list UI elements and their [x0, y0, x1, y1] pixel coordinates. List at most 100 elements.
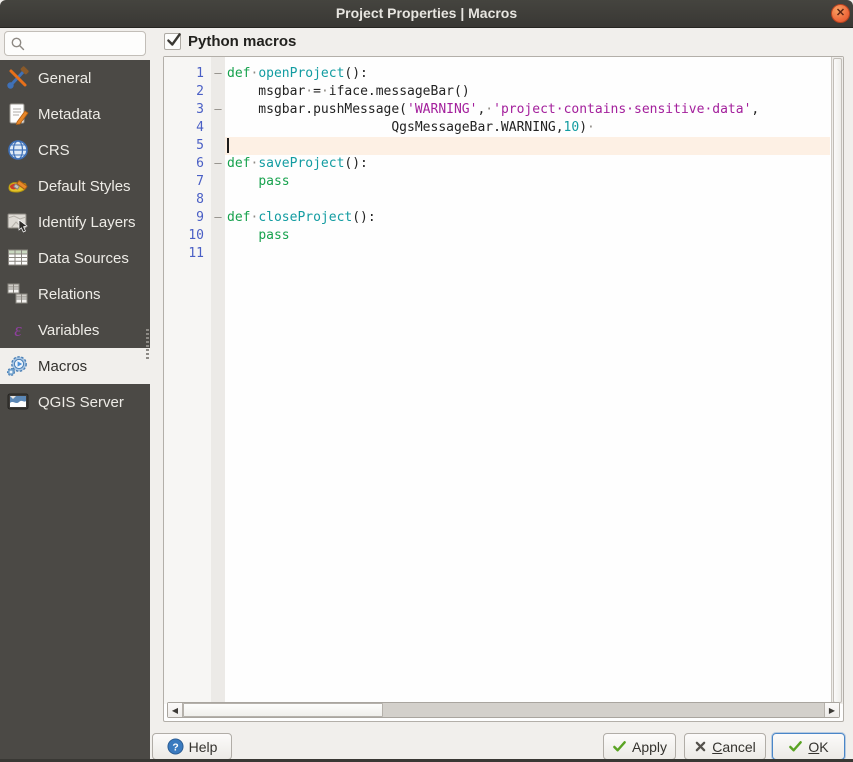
code-line-4[interactable]: 4 QgsMessageBar.WARNING,10)· — [164, 119, 830, 137]
default-styles-icon — [6, 174, 30, 198]
sidebar-item-relations[interactable]: Relations — [0, 276, 150, 312]
line-number: 4 — [164, 119, 211, 137]
cancel-button[interactable]: Cancel — [684, 733, 766, 760]
code-line-11[interactable]: 11 — [164, 245, 830, 263]
horizontal-scrollbar-thumb[interactable] — [183, 703, 383, 717]
sidebar-search[interactable] — [4, 31, 146, 56]
sidebar-item-label: QGIS Server — [38, 393, 124, 411]
sidebar-item-label: Identify Layers — [38, 213, 136, 231]
search-input[interactable] — [29, 33, 143, 54]
code-line-10[interactable]: 10 pass — [164, 227, 830, 245]
code-text[interactable] — [225, 191, 830, 209]
fold-marker-icon[interactable]: – — [211, 209, 225, 227]
code-text[interactable] — [225, 245, 830, 263]
line-number: 3 — [164, 101, 211, 119]
titlebar[interactable]: Project Properties | Macros ✕ — [0, 0, 853, 28]
identify-layers-icon — [6, 210, 30, 234]
code-line-9[interactable]: 9– def·closeProject(): — [164, 209, 830, 227]
fold-marker-icon[interactable]: – — [211, 65, 225, 83]
help-button-label: Help — [188, 738, 218, 755]
cancel-button-label: Cancel — [712, 738, 756, 755]
fold-margin-cell — [211, 191, 225, 209]
code-line-5[interactable]: 5 — [164, 137, 830, 155]
fold-margin-cell — [211, 173, 225, 191]
code-line-7[interactable]: 7 pass — [164, 173, 830, 191]
code-line-1[interactable]: 1– def·openProject(): — [164, 65, 830, 83]
line-number: 1 — [164, 65, 211, 83]
check-icon — [613, 741, 626, 752]
sidebar-item-label: Relations — [38, 285, 101, 303]
sidebar-item-default-styles[interactable]: Default Styles — [0, 168, 150, 204]
macros-icon — [6, 354, 30, 378]
check-icon — [789, 741, 803, 752]
ok-button-label: OK — [808, 738, 829, 755]
code-line-3[interactable]: 3– msgbar.pushMessage('WARNING',·'projec… — [164, 101, 830, 119]
vertical-scrollbar-thumb[interactable] — [833, 58, 842, 703]
code-line-6[interactable]: 6– def·saveProject(): — [164, 155, 830, 173]
sidebar-item-label: General — [38, 69, 92, 87]
horizontal-scrollbar-track[interactable] — [183, 703, 824, 717]
scroll-right-arrow-icon[interactable]: ▶ — [824, 703, 839, 717]
relations-icon — [6, 282, 30, 306]
help-icon: ? — [167, 738, 184, 755]
sidebar-item-label: Macros — [38, 357, 88, 375]
line-number: 11 — [164, 245, 211, 263]
qgis-server-icon — [6, 390, 30, 414]
code-text[interactable]: def·openProject(): — [225, 65, 830, 83]
fold-marker-icon[interactable]: – — [211, 101, 225, 119]
python-macros-checkbox[interactable] — [164, 33, 181, 50]
code-text[interactable] — [225, 137, 830, 155]
search-icon — [10, 36, 26, 52]
sidebar-item-qgis-server[interactable]: QGIS Server — [0, 384, 150, 420]
line-number: 9 — [164, 209, 211, 227]
code-area[interactable]: 1– def·openProject(): 2 msgbar·=·iface.mes… — [164, 65, 830, 263]
sidebar-item-data-sources[interactable]: Data Sources — [0, 240, 150, 276]
general-icon — [6, 66, 30, 90]
sidebar-nav: General Metadata CRS Default Styles Identify… — [0, 60, 150, 759]
fold-marker-icon[interactable]: – — [211, 155, 225, 173]
sidebar-item-metadata[interactable]: Metadata — [0, 96, 150, 132]
fold-margin-cell — [211, 137, 225, 155]
code-text[interactable]: pass — [225, 227, 830, 245]
close-icon[interactable]: ✕ — [831, 4, 850, 23]
metadata-icon — [6, 102, 30, 126]
fold-margin-cell — [211, 83, 225, 101]
sidebar-item-macros[interactable]: Macros — [0, 348, 150, 384]
x-icon — [695, 741, 706, 752]
variables-icon: ε — [6, 318, 30, 342]
vertical-scrollbar[interactable] — [831, 57, 843, 704]
scroll-left-arrow-icon[interactable]: ◀ — [168, 703, 183, 717]
apply-button[interactable]: Apply — [603, 733, 676, 760]
sidebar-item-label: Default Styles — [38, 177, 131, 195]
sidebar-item-label: Metadata — [38, 105, 101, 123]
python-macros-checkbox-row: Python macros — [164, 33, 296, 50]
ok-button[interactable]: OK — [772, 733, 845, 760]
code-text[interactable]: pass — [225, 173, 830, 191]
sidebar-item-crs[interactable]: CRS — [0, 132, 150, 168]
line-number: 8 — [164, 191, 211, 209]
sidebar-scrollbar[interactable] — [146, 329, 149, 359]
code-line-2[interactable]: 2 msgbar·=·iface.messageBar() — [164, 83, 830, 101]
macro-code-editor[interactable]: 1– def·openProject(): 2 msgbar·=·iface.mes… — [163, 56, 844, 722]
project-properties-dialog: Project Properties | Macros ✕ General Met… — [0, 0, 853, 762]
line-number: 7 — [164, 173, 211, 191]
line-number: 10 — [164, 227, 211, 245]
crs-icon — [6, 138, 30, 162]
code-text[interactable]: msgbar·=·iface.messageBar() — [225, 83, 830, 101]
sidebar-item-label: CRS — [38, 141, 70, 159]
sidebar-item-general[interactable]: General — [0, 60, 150, 96]
help-button[interactable]: ? Help — [152, 733, 232, 760]
code-text[interactable]: def·closeProject(): — [225, 209, 830, 227]
sidebar-item-variables[interactable]: ε Variables — [0, 312, 150, 348]
fold-margin-cell — [211, 119, 225, 137]
line-number: 5 — [164, 137, 211, 155]
sidebar-item-identify-layers[interactable]: Identify Layers — [0, 204, 150, 240]
code-text[interactable]: QgsMessageBar.WARNING,10)· — [225, 119, 830, 137]
code-line-8[interactable]: 8 — [164, 191, 830, 209]
horizontal-scrollbar[interactable]: ◀ ▶ — [167, 702, 840, 718]
sidebar-item-label: Data Sources — [38, 249, 129, 267]
apply-button-label: Apply — [631, 738, 668, 755]
code-text[interactable]: def·saveProject(): — [225, 155, 830, 173]
python-macros-label: Python macros — [188, 33, 297, 50]
code-text[interactable]: msgbar.pushMessage('WARNING',·'project·c… — [225, 101, 830, 119]
